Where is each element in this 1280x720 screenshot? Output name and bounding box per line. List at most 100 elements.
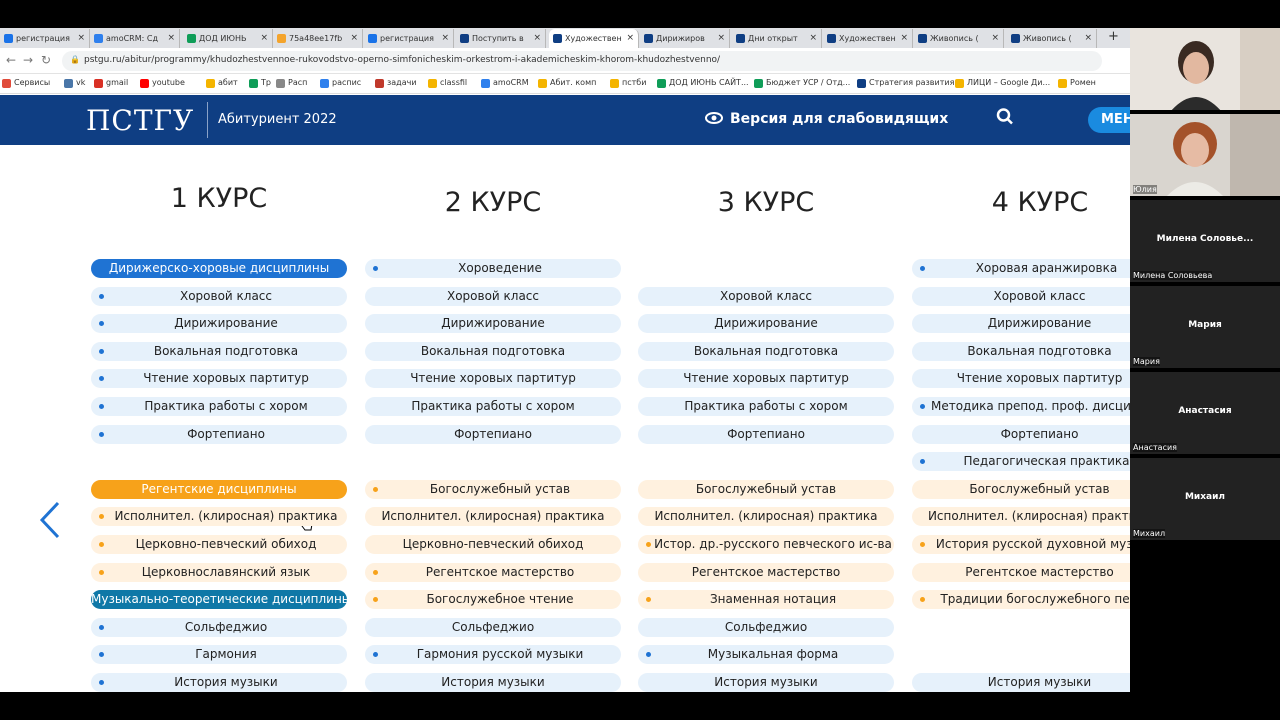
close-icon[interactable]: × [991, 33, 999, 43]
browser-tab[interactable]: Художествен × [549, 29, 639, 48]
course-heading: 3 КУРС [717, 187, 815, 218]
tab-label: Поступить в [472, 34, 524, 43]
reload-icon[interactable]: ↻ [41, 53, 51, 67]
browser-tab[interactable]: Дни открыт × [732, 29, 822, 48]
bookmark-label: Расп [288, 78, 308, 87]
bookmark-item[interactable]: пстби [610, 78, 646, 88]
bullet-icon [99, 652, 104, 657]
discipline-item: Исполнител. (клиросная) практика [365, 507, 621, 526]
chevron-left-icon[interactable] [38, 500, 62, 540]
eye-icon [705, 112, 723, 124]
bullet-icon [920, 404, 925, 409]
bookmark-icon [375, 79, 384, 88]
bullet-icon [99, 294, 104, 299]
discipline-item: Хоровой класс [912, 287, 1130, 306]
browser-tab[interactable]: регистрация × [364, 29, 454, 48]
discipline-item: Дирижирование [912, 314, 1130, 333]
new-tab-icon[interactable]: + [1108, 29, 1119, 44]
bullet-icon [373, 652, 378, 657]
bullet-icon [99, 349, 104, 354]
close-icon[interactable]: × [533, 33, 541, 43]
url-field[interactable]: 🔒 pstgu.ru/abitur/programmy/khudozhestve… [62, 51, 1102, 71]
site-logo[interactable]: ПСТГУ [86, 104, 194, 137]
bullet-icon [646, 597, 651, 602]
bookmark-icon [276, 79, 285, 88]
discipline-item: История музыки [365, 673, 621, 692]
bookmark-item[interactable]: Ромен [1058, 78, 1096, 88]
search-icon[interactable] [996, 106, 1014, 128]
close-icon[interactable]: × [260, 33, 268, 43]
close-icon[interactable]: × [441, 33, 449, 43]
bookmark-item[interactable]: classfil [428, 78, 467, 88]
tab-favicon-icon [4, 34, 13, 43]
close-icon[interactable]: × [626, 33, 634, 43]
discipline-item: Чтение хоровых партитур [365, 369, 621, 388]
browser-tab[interactable]: Поступить в × [456, 29, 546, 48]
discipline-item: Фортепиано [912, 425, 1130, 444]
browser-tab[interactable]: 75a48ee17fb × [273, 29, 363, 48]
back-icon[interactable]: ← [6, 53, 16, 67]
discipline-item: Вокальная подготовка [912, 342, 1130, 361]
menu-button[interactable]: МЕНЮ [1088, 107, 1130, 133]
video-tile[interactable]: Михаил Михаил [1130, 458, 1280, 542]
video-tile[interactable]: Мария Мария [1130, 286, 1280, 370]
browser-tab[interactable]: ДОД ИЮНЬ × [183, 29, 273, 48]
bookmark-item[interactable]: gmail [94, 78, 128, 88]
browser-tab[interactable]: Художествен × [823, 29, 913, 48]
video-panel: Юлия Милена Соловье... Милена Соловьева Мар… [1130, 28, 1280, 542]
tab-favicon-icon [644, 34, 653, 43]
discipline-item: Богослужебный устав [912, 480, 1130, 499]
bookmark-item[interactable]: абит [206, 78, 238, 88]
bookmark-item[interactable]: Стратегия развития [857, 78, 955, 88]
participant-name: Милена Соловье... [1156, 234, 1254, 244]
close-icon[interactable]: × [77, 33, 85, 43]
bookmark-item[interactable]: youtube [140, 78, 185, 88]
browser-tab[interactable]: amoCRM: Сд × [90, 29, 180, 48]
discipline-item: Регентское мастерство [912, 563, 1130, 582]
forward-icon[interactable]: → [23, 53, 33, 67]
close-icon[interactable]: × [717, 33, 725, 43]
close-icon[interactable]: × [1084, 33, 1092, 43]
discipline-item: Фортепиано [638, 425, 894, 444]
discipline-item: Богослужебное чтение [365, 590, 621, 609]
tab-label: регистрация [16, 34, 70, 43]
close-icon[interactable]: × [809, 33, 817, 43]
bookmark-item[interactable]: amoCRM [481, 78, 529, 88]
browser-window: регистрация × amoCRM: Сд × ДОД ИЮНЬ × 75a48ee1… [0, 28, 1130, 692]
bookmark-item[interactable]: задачи [375, 78, 417, 88]
video-tile[interactable]: Милена Соловье... Милена Соловьева [1130, 200, 1280, 284]
bookmark-item[interactable]: ЛИЦИ – Google Ди... [955, 78, 1050, 88]
browser-tab[interactable]: Дирижиров × [640, 29, 730, 48]
bookmark-item[interactable]: Тр [249, 78, 271, 88]
discipline-item: Истор. др.-русского певческого ис-ва [638, 535, 894, 554]
bookmark-icon [140, 79, 149, 88]
vision-button[interactable]: Версия для слабовидящих [730, 111, 948, 127]
close-icon[interactable]: × [900, 33, 908, 43]
bullet-icon [373, 570, 378, 575]
browser-tab[interactable]: Живопись (× [1007, 29, 1097, 48]
bookmark-item[interactable]: Бюджет УСР / Отд... [754, 78, 850, 88]
discipline-item: Педагогическая практика [912, 452, 1130, 471]
bullet-icon [920, 266, 925, 271]
bookmark-item[interactable]: vk [64, 78, 85, 88]
bookmark-item[interactable]: Сервисы [2, 78, 50, 88]
video-tile[interactable]: Анастасия Анастасия [1130, 372, 1280, 456]
bookmark-label: Стратегия развития [869, 78, 955, 87]
close-icon[interactable]: × [350, 33, 358, 43]
bookmark-icon [481, 79, 490, 88]
discipline-item: История музыки [91, 673, 347, 692]
bookmark-item[interactable]: Абит. комп [538, 78, 596, 88]
discipline-item: Гармония [91, 645, 347, 664]
tab-label: ДОД ИЮНЬ [199, 34, 247, 43]
discipline-item: История музыки [912, 673, 1130, 692]
video-tile[interactable] [1130, 28, 1280, 112]
bookmark-icon [2, 79, 11, 88]
browser-tab[interactable]: регистрация × [0, 29, 90, 48]
close-icon[interactable]: × [167, 33, 175, 43]
bookmark-item[interactable]: Расп [276, 78, 308, 88]
bookmark-item[interactable]: ДОД ИЮНЬ САЙТ... [657, 78, 749, 88]
bookmark-item[interactable]: распис [320, 78, 361, 88]
browser-tab[interactable]: Живопись (× [914, 29, 1004, 48]
course-heading: 2 КУРС [444, 187, 542, 218]
video-tile[interactable]: Юлия [1130, 114, 1280, 198]
